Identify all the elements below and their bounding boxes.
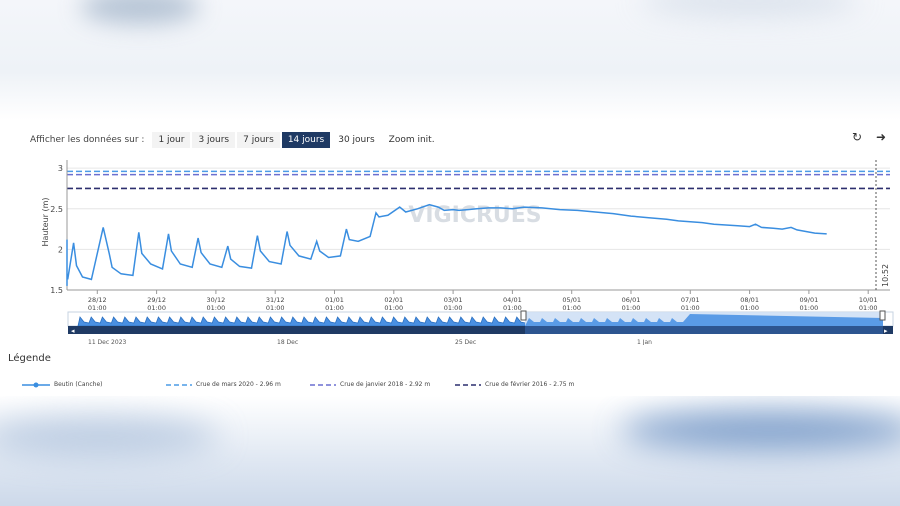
- y-tick-label: 2: [58, 245, 63, 254]
- blurred-shape: [0, 416, 220, 456]
- x-tick-label: 08/01: [740, 296, 759, 304]
- navigator-left-handle[interactable]: [520, 310, 527, 321]
- x-tick-label: 01:00: [384, 304, 403, 312]
- legend-item-crue-2020[interactable]: Crue de mars 2020 - 2.96 m: [166, 381, 281, 388]
- blurred-background-top: [0, 0, 900, 120]
- x-tick-label: 31/12: [266, 296, 285, 304]
- x-tick-label: 04/01: [503, 296, 522, 304]
- blurred-shape: [640, 0, 860, 16]
- x-tick-label: 06/01: [622, 296, 641, 304]
- navigator-date-label: 18 Dec: [277, 339, 298, 345]
- x-tick-label: 01:00: [622, 304, 641, 312]
- legend-marker-dashed: [166, 383, 192, 386]
- blurred-shape: [620, 410, 900, 450]
- y-tick-label: 3: [58, 164, 63, 173]
- x-tick-label: 29/12: [147, 296, 166, 304]
- scroll-right-arrow-icon[interactable]: ▸: [884, 327, 888, 335]
- navigator-date-label: 1 Jan: [637, 339, 652, 345]
- y-tick-label: 1.5: [50, 286, 63, 295]
- y-axis-title: Hauteur (m): [41, 198, 50, 247]
- x-tick-label: 01:00: [800, 304, 819, 312]
- navigator-scrollbar-thumb[interactable]: [525, 326, 883, 334]
- y-axis: 1.5 2 2.5 3: [50, 160, 68, 295]
- x-tick-label: 09/01: [800, 296, 819, 304]
- x-tick-label: 01:00: [88, 304, 107, 312]
- blurred-background-bottom: [0, 396, 900, 506]
- navigator-date-label: 11 Dec 2023: [88, 339, 127, 345]
- legend-item-crue-2018[interactable]: Crue de janvier 2018 - 2.92 m: [310, 381, 430, 388]
- x-tick-label: 01:00: [681, 304, 700, 312]
- x-tick-label: 01:00: [503, 304, 522, 312]
- x-tick-label: 01:00: [325, 304, 344, 312]
- navigator-date-label: 25 Dec: [455, 339, 476, 345]
- x-tick-label: 01:00: [444, 304, 463, 312]
- x-tick-label: 01:00: [740, 304, 759, 312]
- x-tick-label: 01:00: [859, 304, 878, 312]
- legend-marker-solid: [22, 382, 50, 387]
- blurred-shape: [80, 0, 200, 24]
- navigator[interactable]: ◂ ▸ 11 Dec 2023 18 Dec 25 Dec 1 Jan: [67, 310, 894, 345]
- legend-label: Beutin (Canche): [54, 381, 103, 388]
- x-tick-label: 10/01: [859, 296, 878, 304]
- legend-item-crue-2016[interactable]: Crue de février 2016 - 2.75 m: [455, 381, 574, 388]
- x-tick-label: 01:00: [266, 304, 285, 312]
- legend-marker-dashed: [455, 383, 481, 386]
- x-tick-label: 02/01: [384, 296, 403, 304]
- x-tick-label: 01/01: [325, 296, 344, 304]
- x-tick-label: 03/01: [444, 296, 463, 304]
- navigator-right-handle[interactable]: [879, 310, 886, 321]
- x-tick-label: 30/12: [207, 296, 226, 304]
- legend-title: Légende: [8, 353, 51, 364]
- x-tick-label: 01:00: [147, 304, 166, 312]
- legend-label: Crue de février 2016 - 2.75 m: [485, 381, 575, 388]
- x-tick-label: 07/01: [681, 296, 700, 304]
- x-axis: 28/1201:0029/1201:0030/1201:0031/1201:00…: [67, 289, 890, 312]
- legend-item-beutin[interactable]: Beutin (Canche): [22, 381, 102, 388]
- water-level-chart: VIGICRUES 1.522.53 Hauteur (m) 28/1201:0…: [41, 160, 894, 345]
- x-tick-label: 28/12: [88, 296, 107, 304]
- current-time-label: 10:52: [881, 264, 890, 287]
- legend-marker-dashed: [310, 383, 336, 386]
- legend-label: Crue de mars 2020 - 2.96 m: [196, 381, 281, 388]
- y-tick-label: 2.5: [50, 205, 63, 214]
- x-tick-label: 05/01: [562, 296, 581, 304]
- x-tick-label: 01:00: [562, 304, 581, 312]
- legend-label: Crue de janvier 2018 - 2.92 m: [340, 381, 431, 388]
- scroll-left-arrow-icon[interactable]: ◂: [71, 327, 75, 335]
- x-tick-label: 01:00: [207, 304, 226, 312]
